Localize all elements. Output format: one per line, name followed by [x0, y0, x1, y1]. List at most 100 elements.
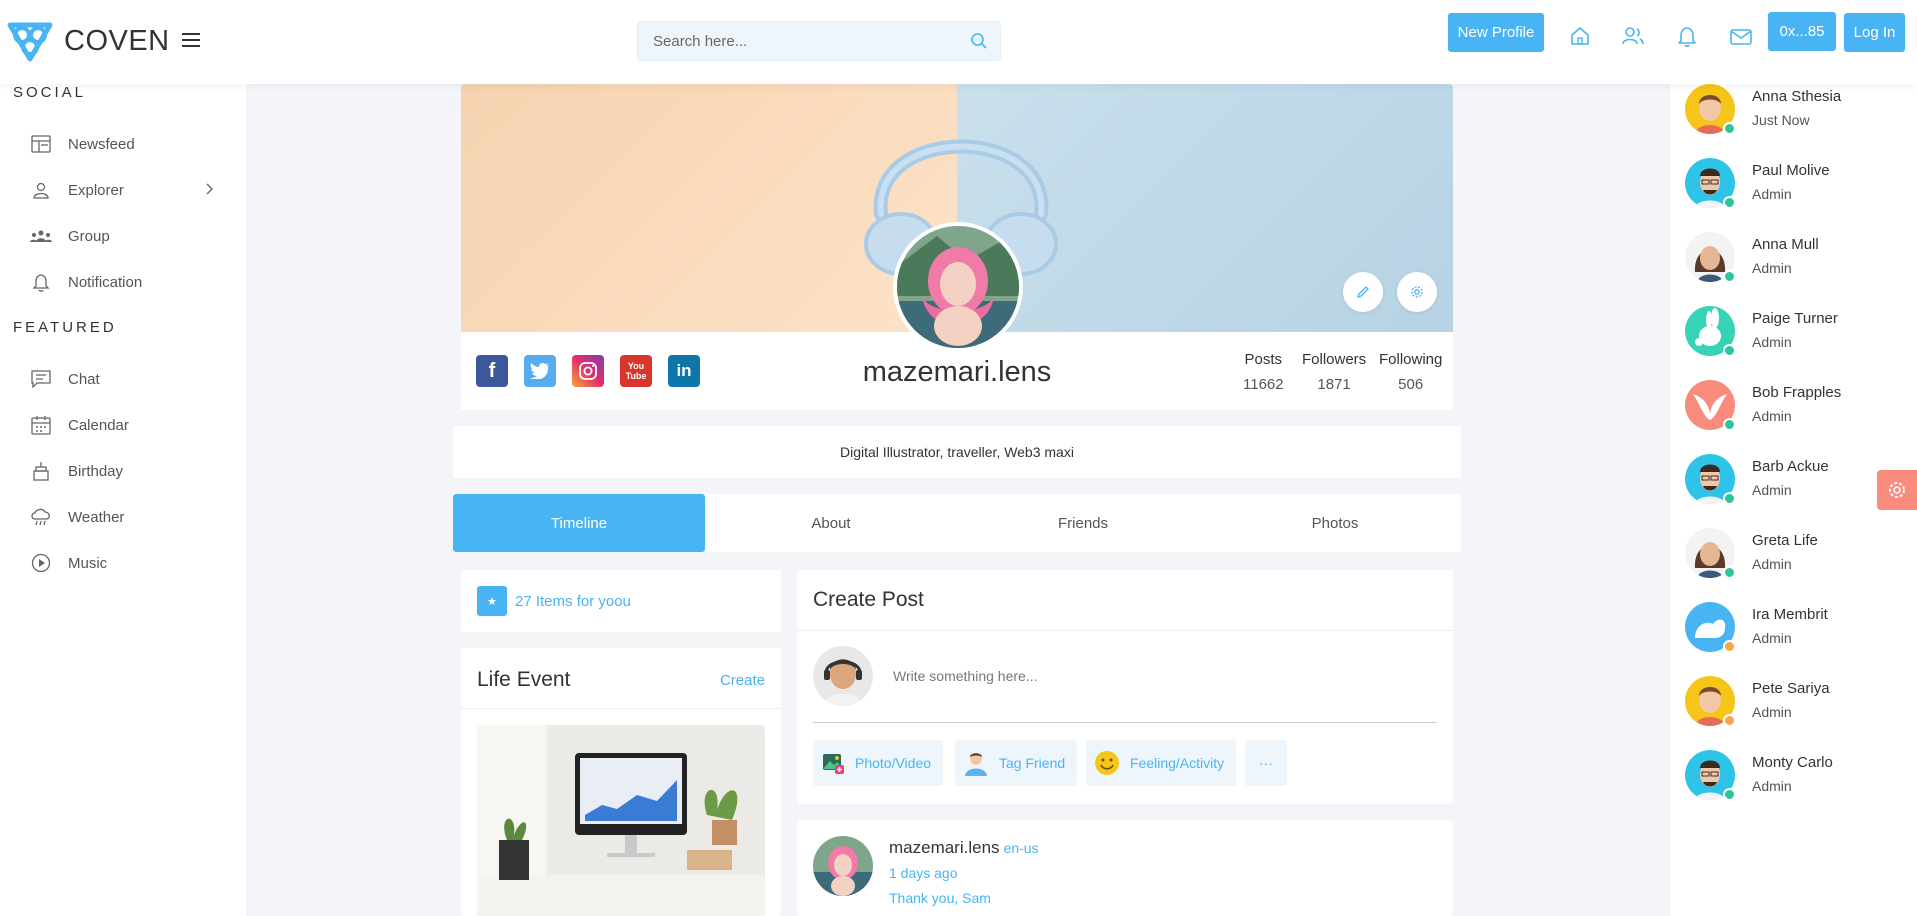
- contact-item[interactable]: Paige Turner Admin: [1685, 306, 1905, 366]
- profile-bio: Digital Illustrator, traveller, Web3 max…: [453, 426, 1461, 478]
- post-locale: en-us: [1003, 840, 1039, 856]
- app-name: COVEN: [64, 24, 170, 57]
- theme-settings-button[interactable]: [1877, 470, 1917, 510]
- contact-name: Greta Life: [1752, 532, 1818, 549]
- contact-item[interactable]: Monty Carlo Admin: [1685, 750, 1905, 810]
- contact-name: Barb Ackue: [1752, 458, 1829, 475]
- gear-icon: [1889, 482, 1905, 498]
- contact-role: Admin: [1752, 260, 1792, 276]
- featured-section-title: FEATURED: [13, 319, 117, 336]
- contact-role: Admin: [1752, 704, 1792, 720]
- users-icon[interactable]: [1620, 24, 1646, 48]
- contact-status: Just Now: [1752, 112, 1810, 128]
- create-life-event-link[interactable]: Create: [720, 672, 765, 689]
- life-event-image[interactable]: [477, 725, 765, 916]
- sidebar-item-label: Weather: [68, 508, 125, 526]
- action-label: Photo/Video: [855, 755, 932, 771]
- online-status-dot: [1723, 344, 1736, 357]
- tag-friend-icon: [965, 753, 987, 776]
- photo-icon: [823, 754, 844, 774]
- contact-item[interactable]: Barb Ackue Admin: [1685, 454, 1905, 514]
- posts-stat[interactable]: Posts 11662: [1243, 351, 1284, 393]
- create-post-card: Create Post Photo/Video Tag Friend Feeli…: [797, 570, 1453, 804]
- menu-toggle-icon[interactable]: [182, 33, 200, 47]
- left-sidebar: SOCIAL Newsfeed Explorer Group Notificat…: [0, 84, 246, 916]
- contact-role: Admin: [1752, 482, 1792, 498]
- sidebar-item-music[interactable]: Music: [30, 548, 220, 578]
- contact-item[interactable]: Pete Sariya Admin: [1685, 676, 1905, 736]
- contact-item[interactable]: Ira Membrit Admin: [1685, 602, 1905, 662]
- sidebar-item-group[interactable]: Group: [30, 221, 220, 251]
- followers-stat[interactable]: Followers 1871: [1302, 351, 1366, 393]
- items-card[interactable]: ★ 27 Items for yoou: [461, 570, 781, 632]
- contact-item[interactable]: Bob Frapples Admin: [1685, 380, 1905, 440]
- following-stat[interactable]: Following 506: [1379, 351, 1442, 393]
- contact-name: Ira Membrit: [1752, 606, 1828, 623]
- post-text: Thank you, Sam: [889, 890, 991, 906]
- brand-logo[interactable]: COVEN: [6, 19, 170, 63]
- tag-friend-button[interactable]: Tag Friend: [955, 740, 1078, 786]
- post-author-line: mazemari.lens en-us: [889, 838, 1039, 858]
- sidebar-item-label: Music: [68, 554, 108, 572]
- login-button[interactable]: Log In: [1844, 13, 1905, 52]
- pencil-icon: [1356, 286, 1369, 299]
- sidebar-item-explorer[interactable]: Explorer: [30, 175, 220, 205]
- create-post-title: Create Post: [813, 588, 924, 611]
- post-author-name[interactable]: mazemari.lens: [889, 838, 1000, 857]
- photo-video-button[interactable]: Photo/Video: [813, 740, 944, 786]
- more-icon: ···: [1259, 755, 1273, 771]
- tab-timeline[interactable]: Timeline: [453, 494, 705, 552]
- sidebar-item-calendar[interactable]: Calendar: [30, 410, 220, 440]
- contact-name: Monty Carlo: [1752, 754, 1833, 771]
- mail-icon[interactable]: [1728, 24, 1754, 48]
- post-text-input[interactable]: [893, 660, 1433, 692]
- sidebar-item-weather[interactable]: Weather: [30, 502, 220, 532]
- sidebar-item-notification[interactable]: Notification: [30, 267, 220, 297]
- search-input[interactable]: [638, 22, 938, 60]
- sidebar-item-label: Explorer: [68, 181, 124, 199]
- profile-avatar[interactable]: [893, 222, 1023, 352]
- contact-name: Paul Molive: [1752, 162, 1830, 179]
- search-icon[interactable]: [970, 32, 988, 50]
- user-icon: [30, 179, 52, 201]
- contact-role: Admin: [1752, 556, 1792, 572]
- more-actions-button[interactable]: ···: [1245, 740, 1287, 786]
- contact-item[interactable]: Anna Sthesia Just Now: [1685, 84, 1905, 144]
- contact-item[interactable]: Paul Molive Admin: [1685, 158, 1905, 218]
- tab-about[interactable]: About: [705, 494, 957, 552]
- star-icon: ★: [477, 586, 507, 616]
- contact-name: Bob Frapples: [1752, 384, 1842, 401]
- sidebar-item-label: Birthday: [68, 462, 124, 480]
- contact-item[interactable]: Anna Mull Admin: [1685, 232, 1905, 292]
- logo-mark-icon: [7, 22, 53, 62]
- timeline-post: mazemari.lens en-us 1 days ago Thank you,…: [797, 820, 1453, 916]
- chevron-right-icon[interactable]: [204, 182, 214, 196]
- away-status-dot: [1723, 640, 1736, 653]
- sidebar-item-chat[interactable]: Chat: [30, 364, 220, 394]
- contact-role: Admin: [1752, 630, 1792, 646]
- stat-label: Following: [1379, 351, 1443, 368]
- sidebar-item-newsfeed[interactable]: Newsfeed: [30, 129, 220, 159]
- contact-role: Admin: [1752, 186, 1792, 202]
- online-status-dot: [1723, 566, 1736, 579]
- sidebar-item-birthday[interactable]: Birthday: [30, 456, 220, 486]
- bell-icon[interactable]: [1674, 24, 1700, 48]
- stat-value: 506: [1398, 376, 1424, 393]
- cover-settings-button[interactable]: [1397, 272, 1437, 312]
- home-icon[interactable]: [1567, 24, 1593, 48]
- tab-friends[interactable]: Friends: [957, 494, 1209, 552]
- gear-icon: [1411, 286, 1423, 298]
- contact-item[interactable]: Greta Life Admin: [1685, 528, 1905, 588]
- tab-photos[interactable]: Photos: [1209, 494, 1461, 552]
- sidebar-item-label: Calendar: [68, 416, 129, 434]
- feeling-activity-button[interactable]: Feeling/Activity: [1086, 740, 1237, 786]
- wallet-address-button[interactable]: 0x...85: [1768, 12, 1836, 51]
- contact-role: Admin: [1752, 778, 1792, 794]
- edit-cover-button[interactable]: [1343, 272, 1383, 312]
- contact-name: Paige Turner: [1752, 310, 1838, 327]
- away-status-dot: [1723, 714, 1736, 727]
- top-navbar: COVEN New Profile 0x...85 Log In: [0, 0, 1917, 84]
- new-profile-button[interactable]: New Profile: [1448, 13, 1544, 52]
- profile-tabs: Timeline About Friends Photos: [453, 494, 1461, 552]
- post-author-avatar[interactable]: [813, 836, 873, 896]
